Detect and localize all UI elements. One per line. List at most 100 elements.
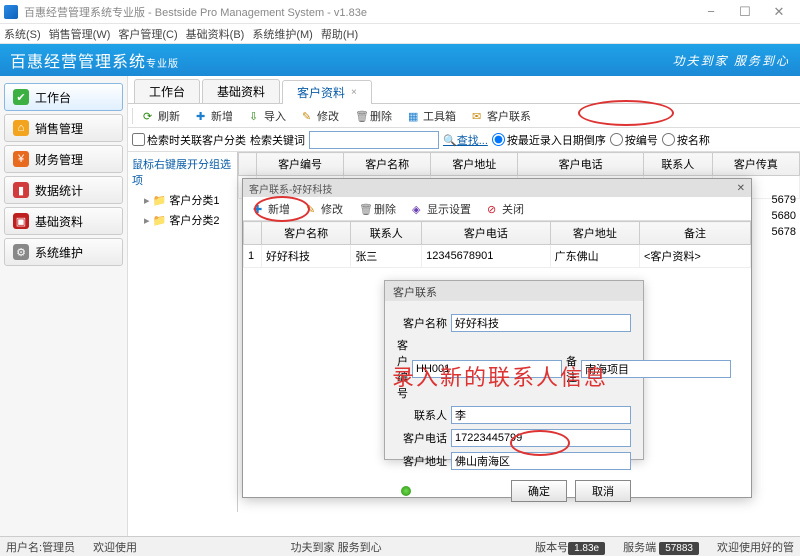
- category-tree: 鼠标右键展开分组选项 📁 客户分类1 📁 客户分类2: [128, 152, 238, 512]
- nav-workspace[interactable]: ✔工作台: [4, 83, 123, 111]
- status-service: 服务端 57883: [623, 539, 699, 555]
- addr-input[interactable]: [451, 452, 631, 470]
- add-button[interactable]: ✚新增: [190, 107, 239, 125]
- menu-basic[interactable]: 基础资料(B): [186, 26, 245, 42]
- minimize-button[interactable]: −: [694, 1, 728, 23]
- import-icon: ⇩: [249, 110, 261, 122]
- keyword-input[interactable]: [309, 131, 439, 149]
- sub-close-button[interactable]: ⊘关闭: [481, 200, 530, 218]
- window-title: 百惠经营管理系统专业版 - Bestside Pro Management Sy…: [24, 4, 694, 20]
- status-slogan: 功夫到家 服务到心: [155, 539, 517, 555]
- sidebar: ✔工作台 ⌂销售管理 ¥ 财务管理 ▮ 数据统计 ▣基础资料 ⚙系统维护: [0, 76, 128, 540]
- close-icon: ⊘: [487, 203, 499, 215]
- nav-label: 工作台: [35, 89, 71, 106]
- menu-sales[interactable]: 销售管理(W): [49, 26, 111, 42]
- sub-edit-button[interactable]: ✎修改: [300, 200, 349, 218]
- link-category-checkbox[interactable]: 检索时关联客户分类: [132, 132, 246, 148]
- nav-label: 数据统计: [35, 182, 83, 199]
- menu-maintain[interactable]: 系统维护(M): [252, 26, 313, 42]
- ok-button[interactable]: 确定: [511, 480, 567, 502]
- code-label: 客户编号: [397, 337, 408, 401]
- nav-sales[interactable]: ⌂销售管理: [4, 114, 123, 142]
- status-led-icon: [401, 486, 411, 496]
- sort-recent-radio[interactable]: 按最近录入日期倒序: [492, 132, 606, 148]
- tree-hint: 鼠标右键展开分组选项: [130, 154, 235, 190]
- status-user: 用户名:管理员: [6, 539, 75, 555]
- sub-display-button[interactable]: ◈显示设置: [406, 200, 477, 218]
- nav-finance[interactable]: ¥ 财务管理: [4, 145, 123, 173]
- folder-icon: 📁: [153, 215, 167, 227]
- menu-bar: 系统(S) 销售管理(W) 客户管理(C) 基础资料(B) 系统维护(M) 帮助…: [0, 24, 800, 44]
- toolbox-button[interactable]: ▦工具箱: [402, 107, 462, 125]
- wallet-icon: ¥: [13, 151, 29, 167]
- contact-entry-dialog: 客户联系 客户名称 客户编号备注 联系人 客户电话 客户地址 确定 取消: [384, 280, 644, 460]
- app-logo-icon: [4, 5, 18, 19]
- nav-label: 系统维护: [35, 244, 83, 261]
- trash-icon: 🗑: [355, 110, 367, 122]
- tail-numbers: 567956805678: [772, 192, 796, 240]
- title-bar: 百惠经营管理系统专业版 - Bestside Pro Management Sy…: [0, 0, 800, 24]
- grid-header: 客户名称联系人 客户电话客户地址 备注: [244, 222, 751, 245]
- nav-label: 财务管理: [35, 151, 83, 168]
- tab-basic[interactable]: 基础资料: [202, 79, 280, 103]
- book-icon: ▣: [13, 213, 29, 229]
- chart-icon: ▮: [13, 182, 29, 198]
- sub-add-button[interactable]: ✚新增: [247, 200, 296, 218]
- menu-help[interactable]: 帮助(H): [321, 26, 358, 42]
- nav-maintain[interactable]: ⚙系统维护: [4, 238, 123, 266]
- import-button[interactable]: ⇩导入: [243, 107, 292, 125]
- maximize-button[interactable]: ☐: [728, 1, 762, 23]
- cancel-button[interactable]: 取消: [575, 480, 631, 502]
- trash-icon: 🗑: [359, 203, 371, 215]
- dialog-title: 客户联系: [385, 281, 643, 301]
- tree-node[interactable]: 📁 客户分类2: [130, 210, 235, 230]
- tree-node[interactable]: 📁 客户分类1: [130, 190, 235, 210]
- name-input[interactable]: [451, 314, 631, 332]
- nav-stats[interactable]: ▮ 数据统计: [4, 176, 123, 204]
- pencil-icon: ✎: [306, 203, 318, 215]
- name-label: 客户名称: [397, 315, 447, 331]
- pencil-icon: ✎: [302, 110, 314, 122]
- note-label: 备注: [566, 353, 577, 385]
- banner-title: 百惠经营管理系统专业版: [10, 48, 179, 72]
- tab-customer[interactable]: 客户资料×: [282, 80, 372, 104]
- toolbox-icon: ▦: [408, 110, 420, 122]
- menu-customer[interactable]: 客户管理(C): [118, 26, 177, 42]
- tabs: 工作台 基础资料 客户资料×: [128, 76, 800, 104]
- folder-icon: 📁: [153, 195, 167, 207]
- sub-delete-button[interactable]: 🗑删除: [353, 200, 402, 218]
- sort-code-radio[interactable]: 按编号: [610, 132, 658, 148]
- toolbar: ⟳刷新 ✚新增 ⇩导入 ✎修改 🗑删除 ▦工具箱 ✉客户联系: [128, 104, 800, 128]
- tel-label: 客户电话: [397, 430, 447, 446]
- contacts-button[interactable]: ✉客户联系: [466, 107, 537, 125]
- refresh-button[interactable]: ⟳刷新: [137, 107, 186, 125]
- delete-button[interactable]: 🗑删除: [349, 107, 398, 125]
- grid-header: 客户编号客户名称 客户地址客户电话 联系人客户传真: [239, 153, 800, 176]
- status-version: 版本号1.83e: [535, 539, 605, 555]
- nav-basic[interactable]: ▣基础资料: [4, 207, 123, 235]
- banner: 百惠经营管理系统专业版 功夫到家 服务到心: [0, 44, 800, 76]
- contact-icon: ✉: [472, 110, 484, 122]
- subwindow-close-button[interactable]: ✕: [737, 183, 745, 194]
- status-tail: 欢迎使用好的管: [717, 539, 794, 555]
- contact-label: 联系人: [397, 407, 447, 423]
- code-input[interactable]: [412, 360, 562, 378]
- find-button[interactable]: 🔍查找...: [443, 132, 488, 148]
- tel-input[interactable]: [451, 429, 631, 447]
- close-button[interactable]: ✕: [762, 1, 796, 23]
- close-tab-icon[interactable]: ×: [351, 87, 357, 98]
- search-row: 检索时关联客户分类 检索关键词 🔍查找... 按最近录入日期倒序 按编号 按名称: [128, 128, 800, 152]
- nav-label: 销售管理: [35, 120, 83, 137]
- edit-button[interactable]: ✎修改: [296, 107, 345, 125]
- note-input[interactable]: [581, 360, 731, 378]
- table-row[interactable]: 1好好科技 张三12345678901 广东佛山<客户资料>: [244, 245, 751, 268]
- menu-system[interactable]: 系统(S): [4, 26, 41, 42]
- sort-name-radio[interactable]: 按名称: [662, 132, 710, 148]
- plus-icon: ✚: [196, 110, 208, 122]
- tab-workspace[interactable]: 工作台: [134, 79, 200, 103]
- contacts-grid: 客户名称联系人 客户电话客户地址 备注 1好好科技 张三12345678901 …: [243, 221, 751, 268]
- subwindow-toolbar: ✚新增 ✎修改 🗑删除 ◈显示设置 ⊘关闭: [243, 197, 751, 221]
- contact-input[interactable]: [451, 406, 631, 424]
- banner-slogan: 功夫到家 服务到心: [673, 52, 790, 69]
- status-bar: 用户名:管理员 欢迎使用 功夫到家 服务到心 版本号1.83e 服务端 5788…: [0, 536, 800, 556]
